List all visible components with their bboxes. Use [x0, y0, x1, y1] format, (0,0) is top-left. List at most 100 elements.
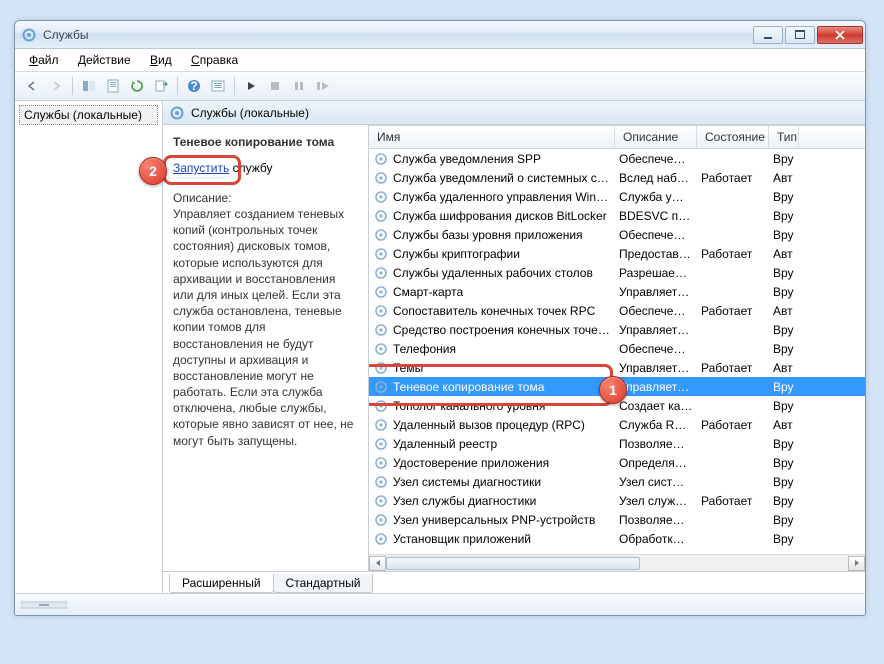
service-row[interactable]: Установщик приложенийОбработк…Вру [369, 529, 865, 548]
scroll-thumb[interactable] [386, 557, 640, 570]
service-type: Вру [773, 190, 803, 204]
column-description[interactable]: Описание [615, 126, 697, 148]
service-type: Вру [773, 266, 803, 280]
tab-standard[interactable]: Стандартный [273, 574, 374, 593]
menu-help[interactable]: Справка [183, 51, 246, 69]
restart-service-button[interactable] [312, 75, 334, 97]
start-service-link[interactable]: Запустить [173, 161, 229, 175]
maximize-button[interactable] [785, 26, 815, 44]
service-type: Вру [773, 456, 803, 470]
service-desc: Управляет… [619, 323, 701, 337]
service-type: Вру [773, 228, 803, 242]
toolbar: ? [15, 72, 865, 101]
tab-extended[interactable]: Расширенный [169, 574, 274, 593]
column-name[interactable]: Имя [369, 126, 615, 148]
service-desc: Разрешае… [619, 266, 701, 280]
service-desc: Создает ка… [619, 399, 701, 413]
pause-service-button[interactable] [288, 75, 310, 97]
service-type: Вру [773, 209, 803, 223]
service-name: Темы [393, 361, 619, 375]
service-type: Вру [773, 532, 803, 546]
service-desc: Обеспече… [619, 342, 701, 356]
service-row[interactable]: Узел универсальных PNP-устройствПозволяе… [369, 510, 865, 529]
description-text: Управляет созданием теневых копий (контр… [173, 206, 358, 449]
service-desc: Узел служ… [619, 494, 701, 508]
nav-back-button[interactable] [21, 75, 43, 97]
properties-button[interactable] [102, 75, 124, 97]
service-name: Служба уведомления SPP [393, 152, 619, 166]
scroll-track[interactable] [386, 556, 848, 571]
service-name: Службы криптографии [393, 247, 619, 261]
action-list-button[interactable] [207, 75, 229, 97]
service-name: Удостоверение приложения [393, 456, 619, 470]
titlebar[interactable]: Службы [15, 21, 865, 49]
scope-header: Службы (локальные) [163, 101, 865, 125]
service-row[interactable]: Средство построения конечных точек …Упра… [369, 320, 865, 339]
service-row[interactable]: ТемыУправляет…РаботаетАвт [369, 358, 865, 377]
service-row[interactable]: Узел системы диагностикиУзел сист…Вру [369, 472, 865, 491]
service-row[interactable]: Смарт-картаУправляет…Вру [369, 282, 865, 301]
service-name: Тополог канального уровня [393, 399, 619, 413]
detail-pane: Теневое копирование тома Запустить служб… [163, 125, 369, 571]
service-desc: Обеспече… [619, 152, 701, 166]
service-row[interactable]: Удаленный реестрПозволяе…Вру [369, 434, 865, 453]
services-rows[interactable]: Служба уведомления SPPОбеспече…ВруСлужба… [369, 149, 865, 554]
service-row[interactable]: Служба уведомлений о системных соб…Вслед… [369, 168, 865, 187]
service-row[interactable]: Сопоставитель конечных точек RPCОбеспече… [369, 301, 865, 320]
service-row[interactable]: Службы базы уровня приложенияОбеспече…Вр… [369, 225, 865, 244]
service-desc: Обработк… [619, 532, 701, 546]
service-type: Авт [773, 418, 803, 432]
service-state: Работает [701, 418, 773, 432]
service-desc: BDESVC пр… [619, 209, 701, 223]
service-name: Средство построения конечных точек … [393, 323, 619, 337]
service-name: Служба уведомлений о системных соб… [393, 171, 619, 185]
help-button[interactable]: ? [183, 75, 205, 97]
selected-service-title: Теневое копирование тома [173, 135, 358, 149]
service-row[interactable]: Службы удаленных рабочих столовРазрешае…… [369, 263, 865, 282]
service-row[interactable]: Службы криптографииПредостав…РаботаетАвт [369, 244, 865, 263]
close-button[interactable] [817, 26, 863, 44]
service-type: Вру [773, 342, 803, 356]
service-row[interactable]: Удаленный вызов процедур (RPC)Служба R…Р… [369, 415, 865, 434]
service-row[interactable]: Служба уведомления SPPОбеспече…Вру [369, 149, 865, 168]
column-startup[interactable]: Тип [769, 126, 799, 148]
service-row[interactable]: Служба удаленного управления Windo…Служб… [369, 187, 865, 206]
service-type: Вру [773, 323, 803, 337]
service-row[interactable]: ТелефонияОбеспече… Вру [369, 339, 865, 358]
service-state: Работает [701, 247, 773, 261]
service-row[interactable]: Служба шифрования дисков BitLockerBDESVC… [369, 206, 865, 225]
service-state: Работает [701, 304, 773, 318]
scroll-left-button[interactable] [369, 556, 386, 571]
show-hide-tree-button[interactable] [78, 75, 100, 97]
horizontal-scrollbar[interactable] [369, 554, 865, 571]
gear-icon [169, 105, 185, 121]
service-name: Узел системы диагностики [393, 475, 619, 489]
scroll-right-button[interactable] [848, 556, 865, 571]
nav-forward-button[interactable] [45, 75, 67, 97]
service-type: Вру [773, 475, 803, 489]
column-headers[interactable]: ИмяОписаниеСостояниеТип [369, 125, 865, 149]
service-type: Вру [773, 380, 803, 394]
service-name: Смарт-карта [393, 285, 619, 299]
service-name: Телефония [393, 342, 619, 356]
tree-node-services-local[interactable]: Службы (локальные) [19, 105, 158, 125]
service-row[interactable]: Узел службы диагностикиУзел служ…Работае… [369, 491, 865, 510]
menu-view[interactable]: Вид [142, 51, 180, 69]
window-title: Службы [43, 28, 753, 42]
refresh-button[interactable] [126, 75, 148, 97]
status-grip-icon [21, 599, 67, 611]
stop-service-button[interactable] [264, 75, 286, 97]
minimize-button[interactable] [753, 26, 783, 44]
export-button[interactable] [150, 75, 172, 97]
service-type: Авт [773, 247, 803, 261]
service-desc: Служба у… [619, 190, 701, 204]
service-type: Авт [773, 171, 803, 185]
menu-action[interactable]: Действие [70, 51, 139, 69]
column-state[interactable]: Состояние [697, 126, 769, 148]
menu-file[interactable]: ФФайлайл [21, 51, 67, 69]
menubar: ФФайлайл Действие Вид Справка [15, 49, 865, 72]
service-row[interactable]: Удостоверение приложенияОпределя…Вру [369, 453, 865, 472]
start-service-button[interactable] [240, 75, 262, 97]
service-name: Удаленный вызов процедур (RPC) [393, 418, 619, 432]
service-name: Сопоставитель конечных точек RPC [393, 304, 619, 318]
